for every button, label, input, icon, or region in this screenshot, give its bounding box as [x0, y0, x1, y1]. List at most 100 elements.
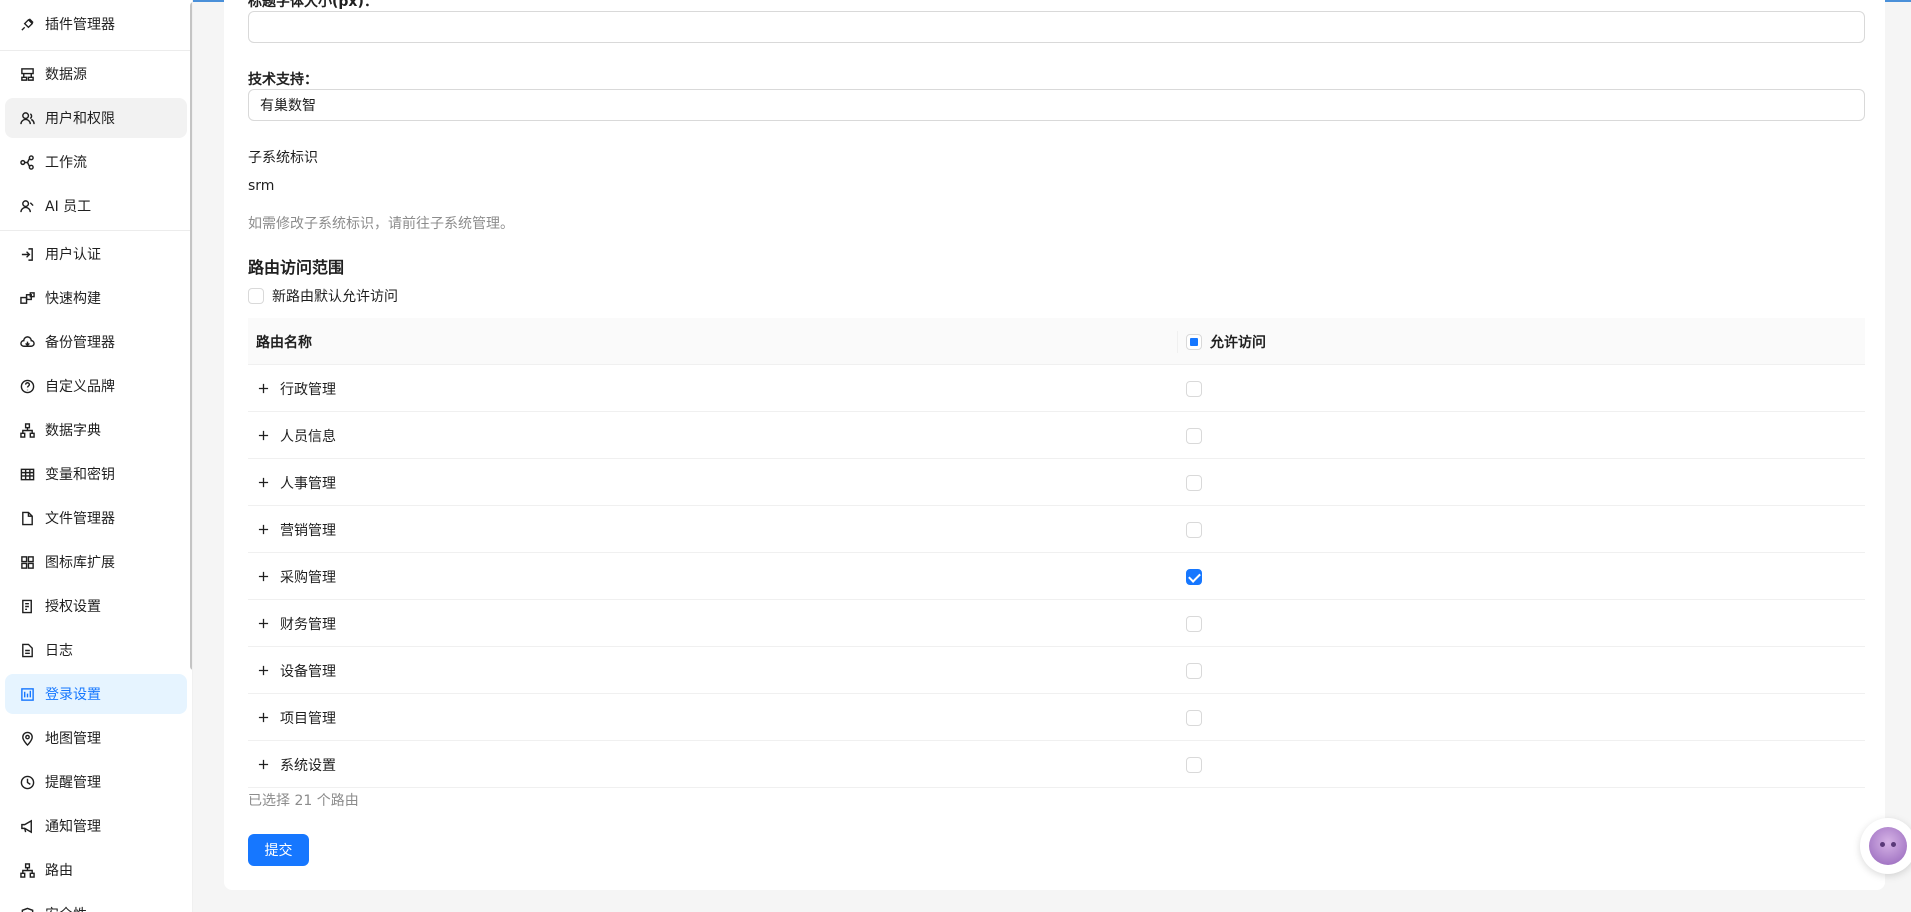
cloud-icon [19, 334, 35, 350]
sidebar-item-quick-build[interactable]: 快速构建 [5, 278, 187, 318]
table-row: 系统设置 [248, 741, 1865, 788]
allow-checkbox[interactable] [1186, 663, 1202, 679]
file-icon [19, 510, 35, 526]
sidebar-item-label: 提醒管理 [45, 775, 101, 791]
sidebar-item-label: 通知管理 [45, 819, 101, 835]
plus-icon[interactable] [256, 475, 270, 489]
sidebar-item-label: 备份管理器 [45, 335, 115, 351]
route-name: 营销管理 [280, 523, 336, 539]
table-row: 人员信息 [248, 412, 1865, 459]
column-header-route-name: 路由名称 [256, 335, 312, 351]
sidebar-item-user-auth[interactable]: 用户认证 [5, 234, 187, 274]
sidebar-item-label: AI 员工 [45, 199, 92, 215]
plus-icon[interactable] [256, 663, 270, 677]
sidebar-item-label: 快速构建 [45, 291, 101, 307]
plus-icon[interactable] [256, 381, 270, 395]
route-name: 采购管理 [280, 570, 336, 586]
sidebar-item-label: 日志 [45, 643, 73, 659]
sidebar-item-workflow[interactable]: 工作流 [5, 142, 187, 182]
allow-checkbox[interactable] [1186, 757, 1202, 773]
route-name: 财务管理 [280, 617, 336, 633]
sidebar-item-label: 用户和权限 [45, 111, 115, 127]
sidebar-item-notification-management[interactable]: 通知管理 [5, 806, 187, 846]
tech-support-input[interactable] [248, 89, 1865, 121]
sidebar-item-license-settings[interactable]: 授权设置 [5, 586, 187, 626]
default-allow-row[interactable]: 新路由默认允许访问 [248, 286, 398, 306]
plus-icon[interactable] [256, 522, 270, 536]
plus-icon[interactable] [256, 757, 270, 771]
sidebar-scrollbar[interactable] [190, 2, 192, 670]
route-table-header: 路由名称 允许访问 [248, 318, 1865, 365]
route-name: 行政管理 [280, 382, 336, 398]
sidebar-item-security[interactable]: 安全性 [5, 894, 187, 912]
route-name: 人员信息 [280, 429, 336, 445]
sidebar-item-label: 路由 [45, 863, 73, 879]
ai-user-icon [19, 198, 35, 214]
appstore-icon [19, 554, 35, 570]
plus-icon[interactable] [256, 569, 270, 583]
sidebar-item-label: 数据源 [45, 67, 87, 83]
plus-icon[interactable] [256, 428, 270, 442]
sidebar-item-routes[interactable]: 路由 [5, 850, 187, 890]
sidebar-item-reminder-management[interactable]: 提醒管理 [5, 762, 187, 802]
allow-checkbox[interactable] [1186, 710, 1202, 726]
table-row: 设备管理 [248, 647, 1865, 694]
select-all-checkbox[interactable] [1186, 334, 1202, 350]
default-allow-checkbox[interactable] [248, 288, 264, 304]
allow-checkbox[interactable] [1186, 616, 1202, 632]
sidebar-item-login-settings[interactable]: 登录设置 [5, 674, 187, 714]
allow-checkbox[interactable] [1186, 522, 1202, 538]
sidebar-item-logs[interactable]: 日志 [5, 630, 187, 670]
map-pin-icon [19, 730, 35, 746]
log-file-icon [19, 642, 35, 658]
table-icon [19, 466, 35, 482]
subsystem-id-hint: 如需修改子系统标识，请前往子系统管理。 [248, 216, 514, 232]
sidebar-item-label: 插件管理器 [45, 17, 115, 33]
table-row: 采购管理 [248, 553, 1865, 600]
column-header-allow-label: 允许访问 [1210, 335, 1266, 351]
sidebar-item-variables-secrets[interactable]: 变量和密钥 [5, 454, 187, 494]
sidebar-item-label: 工作流 [45, 155, 87, 171]
tech-support-label: 技术支持： [248, 72, 318, 88]
sidebar-item-file-manager[interactable]: 文件管理器 [5, 498, 187, 538]
sidebar-item-backup-manager[interactable]: 备份管理器 [5, 322, 187, 362]
sidebar-item-data-source[interactable]: 数据源 [5, 54, 187, 94]
sidebar-item-label: 自定义品牌 [45, 379, 115, 395]
sidebar-item-plugin-manager[interactable]: 插件管理器 [5, 4, 187, 44]
assistant-avatar-icon [1869, 827, 1907, 865]
workflow-icon [19, 154, 35, 170]
database-icon [19, 66, 35, 82]
plus-icon[interactable] [256, 710, 270, 724]
sidebar-item-label: 登录设置 [45, 687, 101, 703]
login-settings-icon [19, 686, 35, 702]
sidebar-item-data-dictionary[interactable]: 数据字典 [5, 410, 187, 450]
sidebar-item-icon-library[interactable]: 图标库扩展 [5, 542, 187, 582]
allow-checkbox[interactable] [1186, 381, 1202, 397]
sidebar-item-label: 授权设置 [45, 599, 101, 615]
selected-routes-count: 已选择 21 个路由 [248, 793, 359, 809]
megaphone-icon [19, 818, 35, 834]
title-font-size-input[interactable] [248, 11, 1865, 43]
menu-divider [0, 230, 190, 231]
allow-checkbox[interactable] [1186, 428, 1202, 444]
table-row: 财务管理 [248, 600, 1865, 647]
users-icon [19, 110, 35, 126]
sidebar-item-label: 数据字典 [45, 423, 101, 439]
submit-button[interactable]: 提交 [248, 834, 309, 866]
allow-checkbox[interactable] [1186, 569, 1202, 585]
sidebar-item-custom-brand[interactable]: 自定义品牌 [5, 366, 187, 406]
sidebar-item-label: 变量和密钥 [45, 467, 115, 483]
ai-assistant-button[interactable] [1860, 818, 1911, 874]
plus-icon[interactable] [256, 616, 270, 630]
sidebar-item-map-management[interactable]: 地图管理 [5, 718, 187, 758]
sidebar-item-ai-staff[interactable]: AI 员工 [5, 186, 187, 226]
sidebar-item-label: 安全性 [45, 904, 87, 912]
column-header-allow: 允许访问 [1186, 332, 1266, 352]
clock-icon [19, 774, 35, 790]
sidebar-item-label: 用户认证 [45, 247, 101, 263]
subsystem-id-value: srm [248, 178, 275, 194]
allow-checkbox[interactable] [1186, 475, 1202, 491]
sidebar-item-users-permissions[interactable]: 用户和权限 [5, 98, 187, 138]
route-name: 项目管理 [280, 711, 336, 727]
title-font-size-label: 标题字体大小(px)： [248, 0, 378, 10]
